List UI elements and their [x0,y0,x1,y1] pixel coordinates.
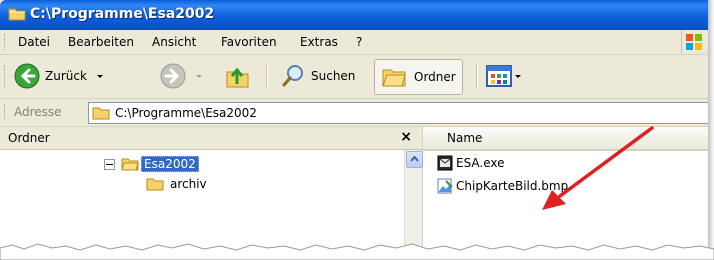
folders-pane-title: Ordner [8,131,50,145]
search-button[interactable]: Suchen [280,59,355,93]
folders-pane-header: Ordner × [0,127,422,150]
window-shadow [708,0,714,256]
forward-arrow-icon [160,63,186,89]
title-bar[interactable]: C:\Programme\Esa2002 [0,0,708,30]
windows-logo-icon [686,34,702,50]
address-label: Adresse [14,105,62,119]
menu-bar: Datei Bearbeiten Ansicht Favoriten Extra… [0,30,708,55]
tree-item-label: archiv [170,177,207,191]
menu-grip[interactable] [4,34,8,50]
tree-item-archiv[interactable]: archiv [146,177,207,191]
toolbar-separator [266,64,268,88]
files-pane: Name ESA.exe ChipKarteBild.bmp [423,127,708,256]
search-icon [282,65,303,87]
bitmap-icon [437,178,453,194]
explorer-window: C:\Programme\Esa2002 Datei Bearbeiten An… [0,0,708,256]
toolbar-separator [476,64,478,88]
folders-icon [382,69,406,87]
file-row-esa-exe[interactable]: ESA.exe [437,155,505,171]
folder-icon [8,8,26,21]
menu-bearbeiten[interactable]: Bearbeiten [68,35,134,49]
address-grip[interactable] [4,104,8,120]
back-dropdown-icon[interactable] [95,71,105,81]
back-button[interactable]: Zurück [14,59,105,93]
menu-datei[interactable]: Datei [18,35,50,49]
torn-edge [0,243,714,260]
open-folder-icon [121,158,139,171]
address-bar: Adresse C:\Programme\Esa2002 [0,99,708,127]
views-dropdown-icon[interactable] [514,71,522,81]
collapse-icon[interactable] [104,158,115,170]
back-arrow-icon [14,63,40,89]
toolbar-grip[interactable] [4,65,8,87]
column-header-label: Name [447,131,483,145]
column-header-name[interactable]: Name [423,127,708,151]
window-title: C:\Programme\Esa2002 [30,6,215,22]
folders-label: Ordner [414,70,456,84]
address-value: C:\Programme\Esa2002 [115,106,257,120]
file-row-chipkartebild-bmp[interactable]: ChipKarteBild.bmp [437,178,568,194]
exe-icon [437,155,453,171]
forward-button[interactable] [160,59,204,93]
forward-dropdown-icon[interactable] [194,71,204,81]
chevron-up-icon [410,156,419,162]
folders-pane: Ordner × Esa2002 archiv [0,127,423,256]
folder-icon [146,178,164,191]
folders-button[interactable]: Ordner [374,59,463,95]
folder-icon [92,107,110,120]
tree-item-label: Esa2002 [141,156,199,172]
file-name: ESA.exe [456,156,505,170]
menu-extras[interactable]: Extras [300,35,338,49]
back-label: Zurück [45,69,87,83]
file-name: ChipKarteBild.bmp [456,179,569,193]
address-input[interactable]: C:\Programme\Esa2002 [88,102,708,124]
toolbar: Zurück Suchen Ordner [0,55,708,99]
menu-favoriten[interactable]: Favoriten [221,35,277,49]
up-folder-button[interactable] [224,59,252,93]
menu-help[interactable]: ? [356,35,362,49]
up-folder-icon [226,67,249,88]
scroll-up-button[interactable] [406,151,423,168]
close-icon[interactable]: × [400,129,412,145]
menu-separator [681,30,682,54]
tree-item-esa2002[interactable]: Esa2002 [104,156,199,172]
menu-ansicht[interactable]: Ansicht [152,35,196,49]
views-grid-icon [486,65,512,87]
views-button[interactable] [486,59,522,93]
search-label: Suchen [311,69,356,83]
